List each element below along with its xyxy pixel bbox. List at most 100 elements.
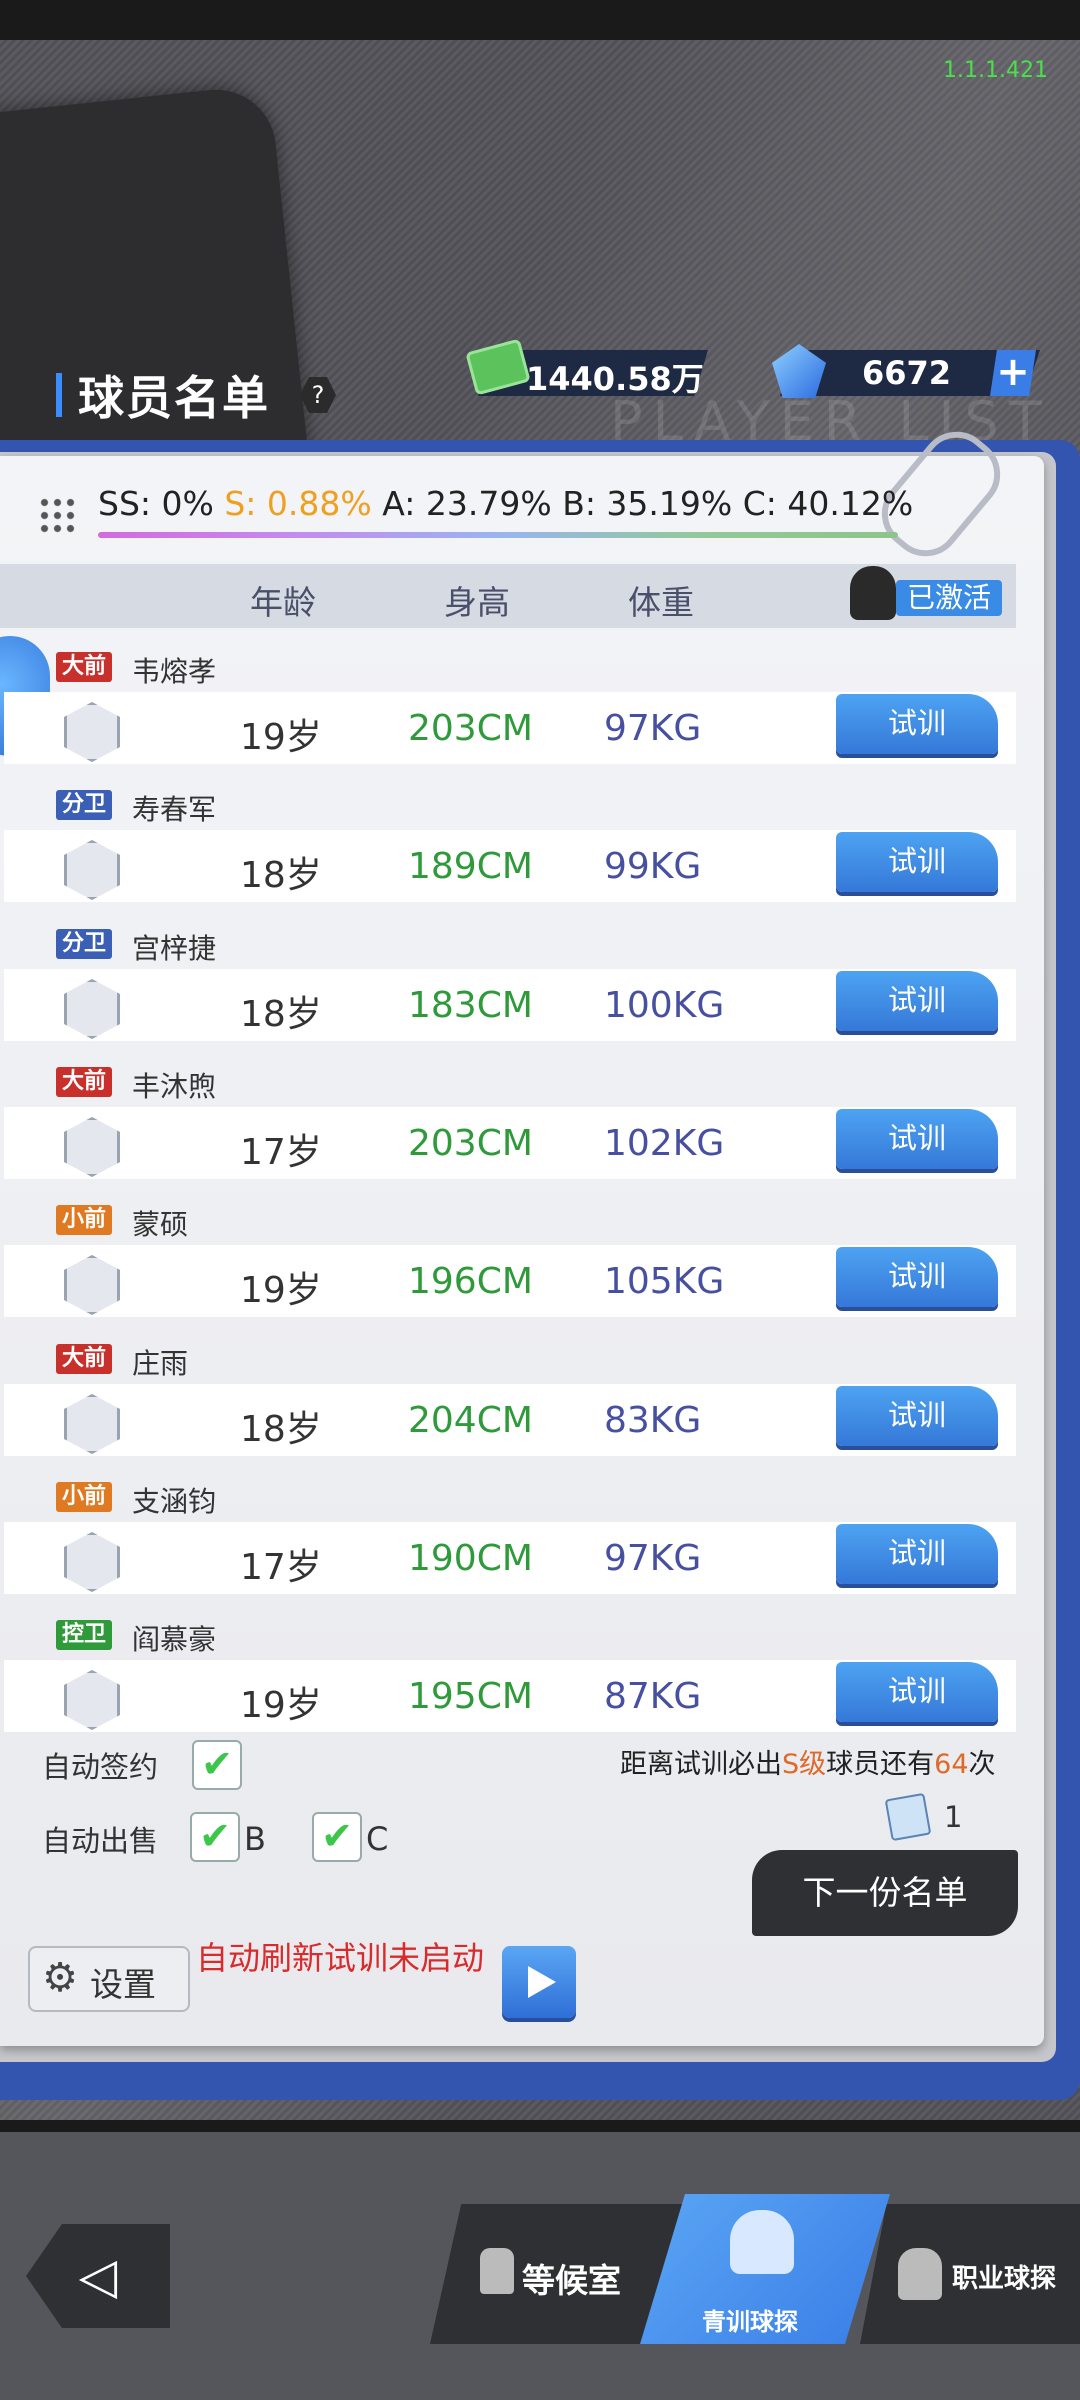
s-remain-prefix: 距离试训必出 bbox=[620, 1749, 782, 1780]
s-remain-suffix: 次 bbox=[968, 1749, 996, 1780]
player-row: 分卫 宫梓捷 18岁 183CM 100KG 试训 bbox=[0, 929, 1016, 1067]
player-age: 17岁 bbox=[240, 1547, 322, 1588]
page-title: 球员名单 bbox=[78, 371, 270, 425]
player-name: 阎慕豪 bbox=[132, 1623, 217, 1656]
player-name: 韦熔孝 bbox=[132, 655, 217, 688]
add-gems-button[interactable]: + bbox=[990, 350, 1036, 396]
position-badge: 分卫 bbox=[56, 790, 113, 820]
gear-icon: ⚙ bbox=[42, 1955, 78, 2001]
player-name: 宫梓捷 bbox=[132, 932, 217, 965]
spy-icon bbox=[850, 566, 896, 620]
trial-button[interactable]: 试训 bbox=[836, 694, 998, 754]
help-icon[interactable]: ? bbox=[300, 377, 336, 413]
youth-scout-icon bbox=[730, 2210, 794, 2274]
player-name: 蒙硕 bbox=[132, 1208, 189, 1241]
gem-amount: 6672 bbox=[862, 354, 952, 392]
player-age: 19岁 bbox=[240, 717, 322, 758]
column-height: 身高 bbox=[444, 583, 510, 622]
player-row: 大前 庄雨 18岁 204CM 83KG 试训 bbox=[0, 1344, 1016, 1482]
play-button[interactable] bbox=[502, 1946, 576, 2018]
settings-button[interactable]: ⚙ 设置 bbox=[28, 1946, 190, 2012]
player-weight: 105KG bbox=[604, 1261, 725, 1302]
s-remain-count: 64 bbox=[934, 1749, 969, 1780]
rate-c: C: 40.12% bbox=[742, 484, 914, 523]
player-height: 203CM bbox=[408, 1123, 533, 1164]
rate-b: B: 35.19% bbox=[562, 484, 733, 523]
rate-a: A: 23.79% bbox=[382, 484, 552, 523]
grid-icon bbox=[38, 496, 78, 536]
activated-label: 已激活 bbox=[896, 580, 1002, 616]
next-list-button[interactable]: 下一份名单 bbox=[752, 1850, 1018, 1936]
pro-scout-icon bbox=[898, 2248, 942, 2300]
trial-button[interactable]: 试训 bbox=[836, 971, 998, 1031]
page-title-group: 球员名单 ? bbox=[56, 362, 336, 428]
player-height: 204CM bbox=[408, 1400, 533, 1441]
rate-s: S: 0.88% bbox=[224, 484, 372, 523]
player-row: 小前 蒙硕 19岁 196CM 105KG 试训 bbox=[0, 1205, 1016, 1343]
player-name: 庄雨 bbox=[132, 1347, 189, 1380]
auto-sign-checkbox[interactable]: ✔ bbox=[192, 1740, 242, 1790]
player-weight: 102KG bbox=[604, 1123, 725, 1164]
trial-button[interactable]: 试训 bbox=[836, 1109, 998, 1169]
player-age: 18岁 bbox=[240, 1409, 322, 1450]
player-height: 183CM bbox=[408, 985, 533, 1026]
s-guarantee-counter: 距离试训必出S级球员还有64次 bbox=[620, 1742, 996, 1781]
auto-sell-b-checkbox[interactable]: ✔ bbox=[190, 1812, 240, 1862]
settings-label: 设置 bbox=[90, 1965, 156, 2004]
seat-icon bbox=[480, 2248, 514, 2294]
grade-rates: SS: 0% S: 0.88% A: 23.79% B: 35.19% C: 4… bbox=[98, 484, 913, 523]
position-badge: 大前 bbox=[56, 1067, 113, 1097]
position-badge: 分卫 bbox=[56, 929, 113, 959]
trial-button[interactable]: 试训 bbox=[836, 1524, 998, 1584]
player-height: 195CM bbox=[408, 1676, 533, 1717]
player-row: 分卫 寿春军 18岁 189CM 99KG 试训 bbox=[0, 790, 1016, 928]
column-weight: 体重 bbox=[628, 583, 694, 622]
player-row: 大前 丰沐煦 17岁 203CM 102KG 试训 bbox=[0, 1067, 1016, 1205]
player-height: 203CM bbox=[408, 708, 533, 749]
scout-ticket-icon bbox=[884, 1792, 932, 1842]
position-badge: 大前 bbox=[56, 652, 113, 682]
tab-waiting-room-label: 等候室 bbox=[522, 2261, 621, 2300]
player-height: 190CM bbox=[408, 1538, 533, 1579]
player-age: 19岁 bbox=[240, 1685, 322, 1726]
trial-button[interactable]: 试训 bbox=[836, 1247, 998, 1307]
rate-ss: SS: 0% bbox=[98, 484, 214, 523]
position-badge: 大前 bbox=[56, 1344, 113, 1374]
player-weight: 99KG bbox=[604, 846, 702, 887]
player-age: 18岁 bbox=[240, 855, 322, 896]
trial-button[interactable]: 试训 bbox=[836, 832, 998, 892]
title-accent-bar bbox=[56, 373, 62, 417]
column-age: 年龄 bbox=[250, 583, 316, 622]
player-height: 189CM bbox=[408, 846, 533, 887]
position-badge: 小前 bbox=[56, 1205, 113, 1235]
player-age: 18岁 bbox=[240, 994, 322, 1035]
grade-rate-bar bbox=[98, 532, 898, 538]
player-weight: 83KG bbox=[604, 1400, 702, 1441]
position-badge: 小前 bbox=[56, 1482, 113, 1512]
tab-pro-scout-label: 职业球探 bbox=[952, 2264, 1057, 2294]
tab-youth-scout-label: 青训球探 bbox=[702, 2308, 798, 2336]
player-row: 大前 韦熔孝 19岁 203CM 97KG 试训 bbox=[0, 652, 1016, 790]
auto-sell-c-checkbox[interactable]: ✔ bbox=[312, 1812, 362, 1862]
player-weight: 97KG bbox=[604, 1538, 702, 1579]
folder-flap bbox=[0, 83, 309, 497]
version-label: 1.1.1.421 bbox=[943, 58, 1048, 83]
player-name: 支涵钧 bbox=[132, 1485, 217, 1518]
player-height: 196CM bbox=[408, 1261, 533, 1302]
auto-refresh-status: 自动刷新试训未启动 bbox=[196, 1939, 485, 1977]
auto-sell-label: 自动出售 bbox=[42, 1824, 159, 1858]
trial-button[interactable]: 试训 bbox=[836, 1386, 998, 1446]
ticket-count: 1 bbox=[944, 1800, 963, 1834]
s-remain-level: S级 bbox=[782, 1749, 827, 1780]
player-age: 19岁 bbox=[240, 1270, 322, 1311]
trial-button[interactable]: 试训 bbox=[836, 1662, 998, 1722]
player-name: 丰沐煦 bbox=[132, 1070, 217, 1103]
player-row: 小前 支涵钧 17岁 190CM 97KG 试训 bbox=[0, 1482, 1016, 1620]
player-name: 寿春军 bbox=[132, 793, 217, 826]
auto-sign-label: 自动签约 bbox=[42, 1750, 159, 1784]
position-badge: 控卫 bbox=[56, 1620, 113, 1650]
player-row: 控卫 阎慕豪 19岁 195CM 87KG 试训 bbox=[0, 1620, 1016, 1758]
player-weight: 100KG bbox=[604, 985, 725, 1026]
auto-sell-c-label: C bbox=[366, 1820, 389, 1858]
s-remain-mid: 球员还有 bbox=[826, 1749, 935, 1780]
